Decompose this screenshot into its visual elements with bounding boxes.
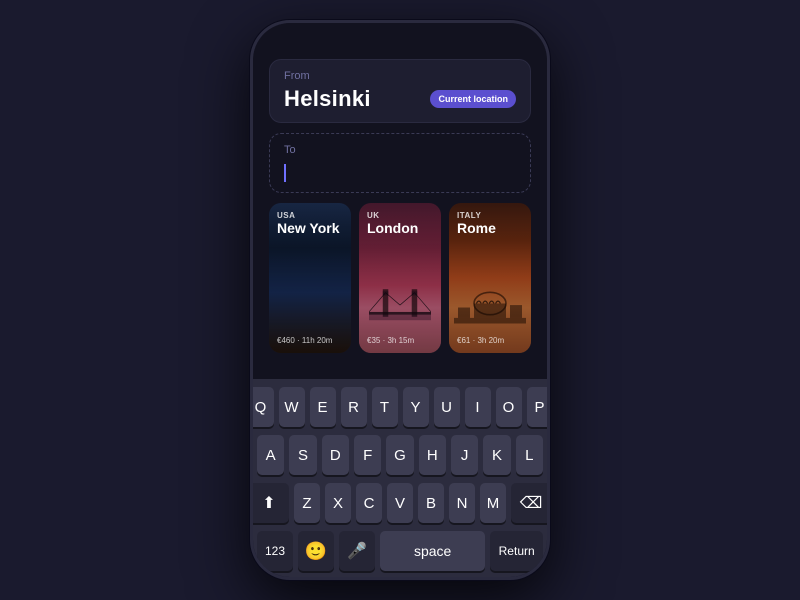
card-city-rome: Rome [457,220,523,237]
cards-row: USA New York €460 · 11h 20m [269,203,531,353]
card-country-rome: ITALY [457,211,523,220]
text-cursor [284,164,286,182]
key-n[interactable]: N [449,483,475,523]
key-s[interactable]: S [289,435,316,475]
key-u[interactable]: U [434,387,460,427]
keyboard-row-4: 123 🙂 🎤 space Return [257,531,543,571]
key-v[interactable]: V [387,483,413,523]
from-row: Helsinki Current location [284,86,516,112]
card-content-ny: USA New York €460 · 11h 20m [269,203,351,353]
key-z[interactable]: Z [294,483,320,523]
key-d[interactable]: D [322,435,349,475]
key-c[interactable]: C [356,483,382,523]
key-y[interactable]: Y [403,387,429,427]
card-price-ny: €460 · 11h 20m [277,336,343,345]
card-header-rome: ITALY Rome [457,211,523,237]
key-k[interactable]: K [483,435,510,475]
destination-cards-section: USA New York €460 · 11h 20m [269,203,531,379]
key-m[interactable]: M [480,483,506,523]
content-area: From Helsinki Current location To [253,47,547,379]
key-numbers[interactable]: 123 [257,531,293,571]
key-t[interactable]: T [372,387,398,427]
from-label: From [284,70,516,82]
key-i[interactable]: I [465,387,491,427]
key-e[interactable]: E [310,387,336,427]
to-field-container[interactable]: To [269,133,531,193]
key-x[interactable]: X [325,483,351,523]
key-o[interactable]: O [496,387,522,427]
key-emoji[interactable]: 🙂 [298,531,334,571]
status-bar [253,23,547,47]
key-p[interactable]: P [527,387,548,427]
destination-card-new-york[interactable]: USA New York €460 · 11h 20m [269,203,351,353]
key-w[interactable]: W [279,387,305,427]
key-delete[interactable]: ⌫ [511,483,547,523]
card-content-london: UK London €35 · 3h 15m [359,203,441,353]
destination-card-london[interactable]: UK London €35 · 3h 15m [359,203,441,353]
key-l[interactable]: L [516,435,543,475]
card-header-ny: USA New York [277,211,343,237]
phone-frame: From Helsinki Current location To [250,20,550,580]
destination-card-rome[interactable]: ITALY Rome €61 · 3h 20m [449,203,531,353]
keyboard-row-2: A S D F G H J K L [257,435,543,475]
keyboard: Q W E R T Y U I O P A S D F G H J K [253,379,547,577]
card-city-ny: New York [277,220,343,237]
key-shift[interactable]: ⬆ [253,483,289,523]
card-price-london: €35 · 3h 15m [367,336,433,345]
key-r[interactable]: R [341,387,367,427]
card-country-london: UK [367,211,433,220]
key-b[interactable]: B [418,483,444,523]
card-header-london: UK London [367,211,433,237]
key-return[interactable]: Return [490,531,543,571]
key-space[interactable]: space [380,531,485,571]
card-price-rome: €61 · 3h 20m [457,336,523,345]
key-f[interactable]: F [354,435,381,475]
card-city-london: London [367,220,433,237]
keyboard-row-1: Q W E R T Y U I O P [257,387,543,427]
key-g[interactable]: G [386,435,413,475]
key-microphone[interactable]: 🎤 [339,531,375,571]
from-value: Helsinki [284,86,371,112]
to-label: To [284,144,516,156]
key-h[interactable]: H [419,435,446,475]
card-content-rome: ITALY Rome €61 · 3h 20m [449,203,531,353]
from-field-container: From Helsinki Current location [269,59,531,123]
current-location-button[interactable]: Current location [430,90,516,108]
key-q[interactable]: Q [253,387,274,427]
card-country-ny: USA [277,211,343,220]
key-a[interactable]: A [257,435,284,475]
key-j[interactable]: J [451,435,478,475]
phone-screen: From Helsinki Current location To [253,23,547,577]
keyboard-row-3: ⬆ Z X C V B N M ⌫ [257,483,543,523]
